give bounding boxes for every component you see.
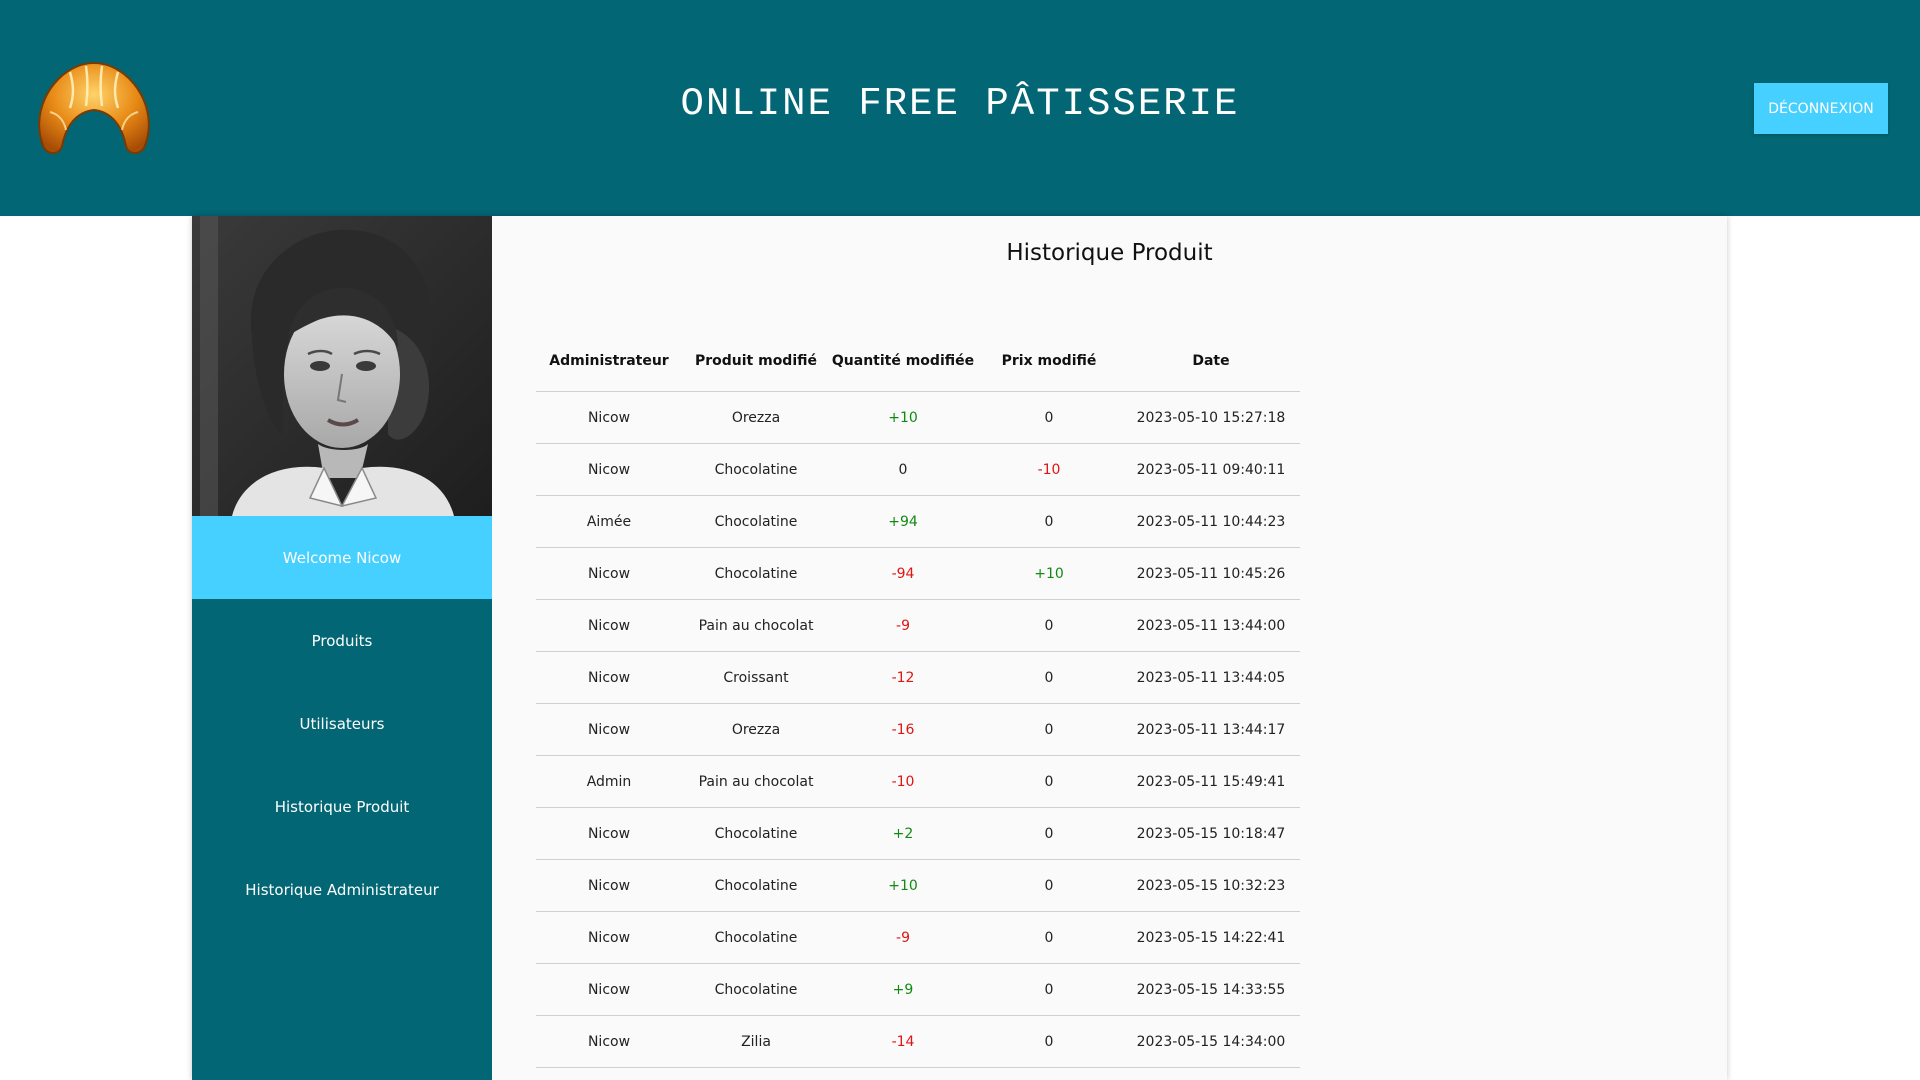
table-body: Nicow Orezza +10 0 2023-05-10 15:27:18 Nicow C… (536, 391, 1300, 1068)
cell-quantite: -9 (830, 599, 976, 652)
column-header-produit: Produit modifié (682, 330, 830, 392)
cell-prix: 0 (976, 963, 1122, 1016)
cell-prix: 0 (976, 651, 1122, 704)
cell-produit: Chocolatine (682, 547, 830, 600)
column-header-date: Date (1122, 330, 1300, 392)
cell-administrateur: Aimée (536, 495, 682, 548)
cell-quantite: +10 (830, 391, 976, 444)
table-row: Nicow Chocolatine +9 0 2023-05-15 14:33:55 (536, 963, 1300, 1016)
cell-quantite: +94 (830, 495, 976, 548)
cell-administrateur: Nicow (536, 807, 682, 860)
table-row: Nicow Zilia -14 0 2023-05-15 14:34:00 (536, 1015, 1300, 1068)
cell-quantite: -94 (830, 547, 976, 600)
cell-produit: Chocolatine (682, 443, 830, 496)
sidebar-item-produits[interactable]: Produits (192, 599, 492, 682)
cell-administrateur: Nicow (536, 859, 682, 912)
column-header-prix: Prix modifié (976, 330, 1122, 392)
cell-prix: 0 (976, 1015, 1122, 1068)
table-row: Aimée Chocolatine +94 0 2023-05-11 10:44:23 (536, 495, 1300, 548)
cell-produit: Chocolatine (682, 963, 830, 1016)
cell-prix: 0 (976, 703, 1122, 756)
cell-prix: 0 (976, 807, 1122, 860)
cell-produit: Pain au chocolat (682, 599, 830, 652)
top-header: ONLINE FREE PÂTISSERIE Déconnexion (0, 0, 1920, 216)
cell-produit: Chocolatine (682, 807, 830, 860)
cell-date: 2023-05-11 13:44:17 (1122, 703, 1300, 756)
cell-produit: Chocolatine (682, 495, 830, 548)
table-row: Nicow Chocolatine +10 0 2023-05-15 10:32:23 (536, 859, 1300, 912)
sidebar-item-historique-administrateur[interactable]: Historique Administrateur (192, 848, 492, 931)
column-header-quantite: Quantité modifiée (830, 330, 976, 392)
cell-administrateur: Admin (536, 755, 682, 808)
cell-produit: Orezza (682, 391, 830, 444)
cell-administrateur: Nicow (536, 963, 682, 1016)
logout-button[interactable]: Déconnexion (1754, 83, 1888, 134)
cell-quantite: -10 (830, 755, 976, 808)
cell-date: 2023-05-15 14:22:41 (1122, 911, 1300, 964)
table-row: Nicow Chocolatine +2 0 2023-05-15 10:18:47 (536, 807, 1300, 860)
cell-administrateur: Nicow (536, 443, 682, 496)
table-row: Nicow Orezza +10 0 2023-05-10 15:27:18 (536, 391, 1300, 444)
table-row: Nicow Chocolatine -9 0 2023-05-15 14:22:41 (536, 911, 1300, 964)
cell-prix: 0 (976, 859, 1122, 912)
cell-date: 2023-05-11 10:44:23 (1122, 495, 1300, 548)
table-row: Nicow Pain au chocolat -9 0 2023-05-11 13:44… (536, 599, 1300, 652)
cell-quantite: -14 (830, 1015, 976, 1068)
column-header-administrateur: Administrateur (536, 330, 682, 392)
cell-prix: -10 (976, 443, 1122, 496)
cell-quantite: -9 (830, 911, 976, 964)
sidebar-item-welcome[interactable]: Welcome Nicow (192, 516, 492, 599)
cell-prix: 0 (976, 911, 1122, 964)
cell-prix: 0 (976, 495, 1122, 548)
table-row: Admin Pain au chocolat -10 0 2023-05-11 15:4… (536, 755, 1300, 808)
table-row: Nicow Chocolatine -94 +10 2023-05-11 10:45:2… (536, 547, 1300, 600)
cell-produit: Pain au chocolat (682, 755, 830, 808)
cell-prix: +10 (976, 547, 1122, 600)
cell-administrateur: Nicow (536, 391, 682, 444)
table-row: Nicow Orezza -16 0 2023-05-11 13:44:17 (536, 703, 1300, 756)
table-row: Nicow Croissant -12 0 2023-05-11 13:44:05 (536, 651, 1300, 704)
sidebar-item-utilisateurs[interactable]: Utilisateurs (192, 682, 492, 765)
cell-administrateur: Nicow (536, 547, 682, 600)
history-table: Administrateur Produit modifié Quantité … (536, 330, 1300, 1068)
cell-date: 2023-05-15 14:34:00 (1122, 1015, 1300, 1068)
cell-produit: Zilia (682, 1015, 830, 1068)
cell-quantite: 0 (830, 443, 976, 496)
cell-date: 2023-05-11 13:44:05 (1122, 651, 1300, 704)
cell-prix: 0 (976, 755, 1122, 808)
page-title: Historique Produit (1006, 240, 1213, 266)
cell-date: 2023-05-11 15:49:41 (1122, 755, 1300, 808)
avatar (192, 216, 492, 516)
cell-prix: 0 (976, 599, 1122, 652)
cell-quantite: +2 (830, 807, 976, 860)
cell-administrateur: Nicow (536, 1015, 682, 1068)
cell-date: 2023-05-15 10:32:23 (1122, 859, 1300, 912)
cell-administrateur: Nicow (536, 599, 682, 652)
sidebar-item-historique-produit[interactable]: Historique Produit (192, 765, 492, 848)
cell-produit: Croissant (682, 651, 830, 704)
sidebar: Welcome Nicow Produits Utilisateurs Hist… (192, 216, 492, 1080)
cell-quantite: +9 (830, 963, 976, 1016)
cell-date: 2023-05-15 10:18:47 (1122, 807, 1300, 860)
cell-produit: Chocolatine (682, 911, 830, 964)
table-header-row: Administrateur Produit modifié Quantité … (536, 330, 1300, 392)
cell-date: 2023-05-10 15:27:18 (1122, 391, 1300, 444)
portrait-image (192, 216, 492, 516)
cell-administrateur: Nicow (536, 651, 682, 704)
site-title: ONLINE FREE PÂTISSERIE (680, 82, 1240, 126)
cell-administrateur: Nicow (536, 911, 682, 964)
cell-date: 2023-05-11 13:44:00 (1122, 599, 1300, 652)
cell-date: 2023-05-11 09:40:11 (1122, 443, 1300, 496)
cell-administrateur: Nicow (536, 703, 682, 756)
cell-prix: 0 (976, 391, 1122, 444)
cell-produit: Orezza (682, 703, 830, 756)
cell-produit: Chocolatine (682, 859, 830, 912)
cell-quantite: -12 (830, 651, 976, 704)
table-row: Nicow Chocolatine 0 -10 2023-05-11 09:40:11 (536, 443, 1300, 496)
cell-quantite: +10 (830, 859, 976, 912)
cell-date: 2023-05-15 14:33:55 (1122, 963, 1300, 1016)
cell-date: 2023-05-11 10:45:26 (1122, 547, 1300, 600)
cell-quantite: -16 (830, 703, 976, 756)
